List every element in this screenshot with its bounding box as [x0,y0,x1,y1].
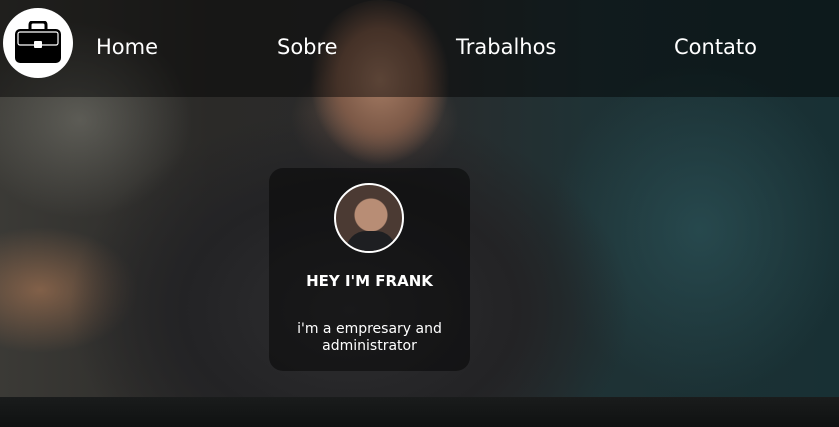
profile-title: HEY I'M FRANK [306,272,433,290]
nav-link-contato[interactable]: Contato [674,35,757,59]
avatar [334,183,404,253]
logo-link[interactable] [3,8,73,78]
profile-card: HEY I'M FRANK i'm a empresary and admini… [269,168,470,371]
nav-link-home[interactable]: Home [96,35,158,59]
nav-link-trabalhos[interactable]: Trabalhos [456,35,556,59]
profile-description: i'm a empresary and administrator [297,321,442,354]
briefcase-icon [15,21,61,63]
hero-table [0,397,839,427]
nav-link-sobre[interactable]: Sobre [277,35,338,59]
navbar: Home Sobre Trabalhos Contato [0,0,839,97]
